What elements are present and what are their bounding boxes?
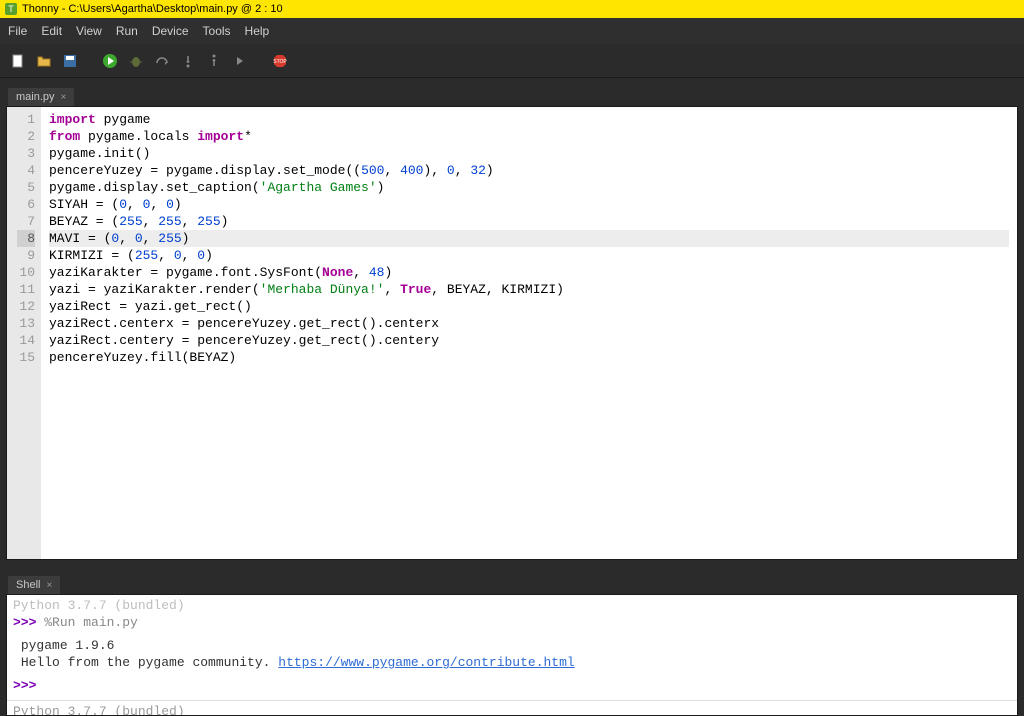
- debug-button[interactable]: [126, 51, 146, 71]
- svg-text:STOP: STOP: [273, 59, 287, 65]
- code-line[interactable]: yazi = yaziKarakter.render('Merhaba Düny…: [49, 281, 1009, 298]
- shell-tabs: Shell ×: [0, 572, 1024, 594]
- step-over-button[interactable]: [152, 51, 172, 71]
- stop-button[interactable]: STOP: [270, 51, 290, 71]
- line-gutter: 123456789101112131415: [7, 107, 41, 559]
- tab-shell[interactable]: Shell ×: [8, 576, 60, 594]
- shell-output: Hello from the pygame community. https:/…: [13, 654, 1011, 671]
- menu-device[interactable]: Device: [152, 24, 189, 38]
- close-icon[interactable]: ×: [61, 92, 67, 103]
- app-icon: T: [4, 2, 18, 16]
- code-line[interactable]: yaziKarakter = pygame.font.SysFont(None,…: [49, 264, 1009, 281]
- code-line[interactable]: yaziRect.centerx = pencereYuzey.get_rect…: [49, 315, 1009, 332]
- code-line[interactable]: MAVI = (0, 0, 255): [49, 230, 1009, 247]
- step-into-button[interactable]: [178, 51, 198, 71]
- menu-edit[interactable]: Edit: [41, 24, 62, 38]
- code-editor[interactable]: 123456789101112131415 import pygamefrom …: [6, 106, 1018, 560]
- save-file-button[interactable]: [60, 51, 80, 71]
- run-button[interactable]: [100, 51, 120, 71]
- editor-tabs: main.py ×: [0, 82, 1024, 106]
- code-line[interactable]: pencereYuzey.fill(BEYAZ): [49, 349, 1009, 366]
- code-line[interactable]: BEYAZ = (255, 255, 255): [49, 213, 1009, 230]
- resume-button[interactable]: [230, 51, 250, 71]
- shell-version: Python 3.7.7 (bundled): [13, 703, 1011, 716]
- open-file-button[interactable]: [34, 51, 54, 71]
- shell-line: >>>: [13, 677, 1011, 694]
- window-title: Thonny - C:\Users\Agartha\Desktop\main.p…: [22, 3, 283, 15]
- code-line[interactable]: KIRMIZI = (255, 0, 0): [49, 247, 1009, 264]
- new-file-button[interactable]: [8, 51, 28, 71]
- shell-panel[interactable]: Python 3.7.7 (bundled) >>> %Run main.py …: [6, 594, 1018, 716]
- code-line[interactable]: from pygame.locals import*: [49, 128, 1009, 145]
- menu-bar: File Edit View Run Device Tools Help: [0, 18, 1024, 44]
- code-line[interactable]: pygame.display.set_caption('Agartha Game…: [49, 179, 1009, 196]
- menu-view[interactable]: View: [76, 24, 102, 38]
- menu-help[interactable]: Help: [245, 24, 270, 38]
- shell-prompt: >>>: [13, 615, 36, 630]
- shell-line: >>> %Run main.py: [13, 614, 1011, 631]
- menu-run[interactable]: Run: [116, 24, 138, 38]
- code-line[interactable]: pencereYuzey = pygame.display.set_mode((…: [49, 162, 1009, 179]
- code-line[interactable]: SIYAH = (0, 0, 0): [49, 196, 1009, 213]
- tab-label: Shell: [16, 579, 40, 591]
- svg-text:T: T: [8, 4, 14, 14]
- pygame-contribute-link[interactable]: https://www.pygame.org/contribute.html: [278, 655, 574, 670]
- shell-faded-header: Python 3.7.7 (bundled): [13, 597, 1011, 614]
- code-line[interactable]: yaziRect.centery = pencereYuzey.get_rect…: [49, 332, 1009, 349]
- code-line[interactable]: yaziRect = yazi.get_rect(): [49, 298, 1009, 315]
- code-area[interactable]: import pygamefrom pygame.locals import*p…: [41, 107, 1017, 559]
- menu-file[interactable]: File: [8, 24, 27, 38]
- title-bar: T Thonny - C:\Users\Agartha\Desktop\main…: [0, 0, 1024, 18]
- shell-prompt: >>>: [13, 678, 36, 693]
- shell-output: pygame 1.9.6: [13, 637, 1011, 654]
- step-out-button[interactable]: [204, 51, 224, 71]
- toolbar: STOP: [0, 44, 1024, 78]
- code-line[interactable]: import pygame: [49, 111, 1009, 128]
- code-line[interactable]: pygame.init(): [49, 145, 1009, 162]
- tab-label: main.py: [16, 91, 55, 103]
- shell-command: %Run main.py: [44, 615, 138, 630]
- menu-tools[interactable]: Tools: [203, 24, 231, 38]
- close-icon[interactable]: ×: [46, 580, 52, 591]
- tab-main-py[interactable]: main.py ×: [8, 88, 74, 106]
